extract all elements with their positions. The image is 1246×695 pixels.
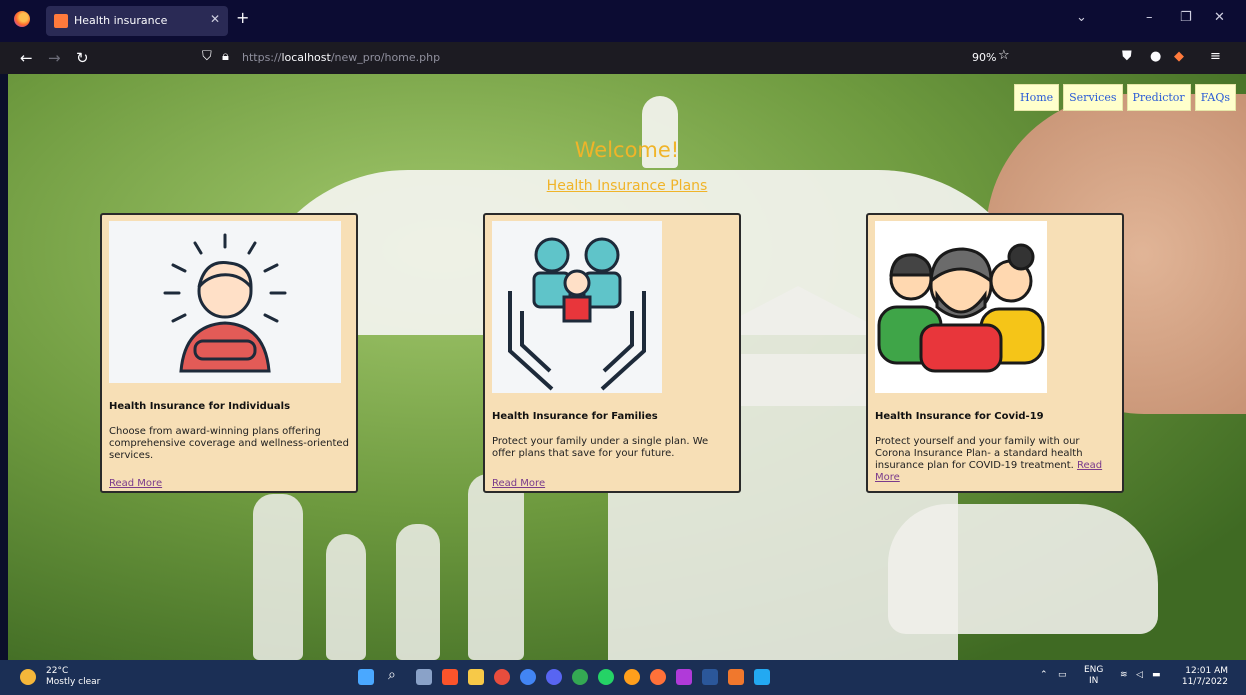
nav-predictor[interactable]: Predictor <box>1126 84 1191 111</box>
new-tab-icon[interactable]: + <box>236 8 249 27</box>
url-text[interactable]: https://localhost/new_pro/home.php <box>242 51 440 64</box>
vscode-icon[interactable] <box>754 669 770 685</box>
welcome-heading: Welcome! <box>574 138 680 162</box>
family-hands-icon <box>492 221 662 393</box>
card-text: Protect yourself and your family with ou… <box>875 436 1103 483</box>
page-content: Home Services Predictor FAQs Welcome! He… <box>8 74 1246 660</box>
restore-icon[interactable]: ❐ <box>1180 10 1192 25</box>
menu-icon[interactable]: ≡ <box>1210 49 1221 64</box>
car-image <box>888 504 1158 634</box>
start-windows-icon[interactable] <box>358 669 374 685</box>
tab-title: Health insurance <box>74 14 168 27</box>
chevron-down-icon[interactable]: ⌄ <box>1076 10 1087 25</box>
family-figure-image <box>396 524 440 660</box>
favicon-icon <box>54 14 68 28</box>
language-indicator[interactable]: ENG IN <box>1084 665 1103 687</box>
close-window-icon[interactable]: ✕ <box>1214 10 1225 25</box>
zoom-level[interactable]: 90% <box>972 51 996 64</box>
chrome-canary-icon[interactable] <box>572 669 588 685</box>
nav-services[interactable]: Services <box>1063 84 1123 111</box>
forward-icon[interactable]: → <box>48 49 61 67</box>
discord-icon[interactable] <box>546 669 562 685</box>
nav-home[interactable]: Home <box>1013 84 1060 111</box>
url-bar[interactable]: ⛉ 🔒︎ https://localhost/new_pro/home.php … <box>196 46 1016 70</box>
read-more-link[interactable]: Read More <box>109 478 162 489</box>
plan-card-families: Health Insurance for Families Protect yo… <box>483 213 741 493</box>
family-figure-image <box>468 474 524 660</box>
volume-icon[interactable]: ◁ <box>1136 670 1143 680</box>
weather-condition: Mostly clear <box>46 677 101 687</box>
browser-toolbar: ← → ↻ ⛉ 🔒︎ https://localhost/new_pro/hom… <box>0 42 1246 74</box>
read-more-link[interactable]: Read More <box>492 478 545 489</box>
family-figure-image <box>326 534 366 660</box>
chrome-dev-icon[interactable] <box>624 669 640 685</box>
nav-faqs[interactable]: FAQs <box>1194 84 1236 111</box>
plan-card-covid: Health Insurance for Covid-19 Protect yo… <box>866 213 1124 493</box>
close-tab-icon[interactable]: ✕ <box>210 12 220 26</box>
taskbar: 22°C Mostly clear ⌕ ⌃ ▭ ENG IN ≋ ◁ ▬ 12:0… <box>0 660 1246 695</box>
chrome-icon[interactable] <box>494 669 510 685</box>
back-icon[interactable]: ← <box>20 49 33 67</box>
plan-card-individuals: Health Insurance for Individuals Choose … <box>100 213 358 493</box>
card-title: Health Insurance for Covid-19 <box>875 411 1044 422</box>
firefox-icon[interactable] <box>14 11 30 27</box>
keyboard-icon[interactable]: ▭ <box>1058 670 1067 680</box>
whatsapp-icon[interactable] <box>598 669 614 685</box>
file-explorer-icon[interactable] <box>468 669 484 685</box>
weather-widget[interactable]: 22°C Mostly clear <box>46 666 100 688</box>
card-title: Health Insurance for Individuals <box>109 401 291 412</box>
task-view-icon[interactable] <box>416 669 432 685</box>
reload-icon[interactable]: ↻ <box>76 49 89 67</box>
browser-tabstrip: Health insurance ✕ + ⌄ – ❐ ✕ <box>0 0 1246 42</box>
wifi-icon[interactable]: ≋ <box>1120 670 1128 680</box>
bookmark-star-icon[interactable]: ☆ <box>998 48 1010 63</box>
profile-icon[interactable]: ● <box>1150 49 1161 64</box>
individual-person-icon <box>109 221 341 383</box>
plans-heading-link[interactable]: Health Insurance Plans <box>8 178 1246 194</box>
temperature: 22°C <box>46 666 69 676</box>
card-text: Protect your family under a single plan.… <box>492 436 709 459</box>
clock[interactable]: 12:01 AM 11/7/2022 <box>1182 666 1228 688</box>
chevron-up-icon[interactable]: ⌃ <box>1040 670 1048 680</box>
minimize-icon[interactable]: – <box>1146 10 1153 25</box>
family-figure-image <box>253 494 303 660</box>
extension-icon[interactable]: ◆ <box>1174 49 1184 64</box>
lock-icon[interactable]: 🔒︎ <box>222 49 229 64</box>
battery-icon[interactable]: ▬ <box>1152 670 1161 680</box>
app-icon[interactable] <box>676 669 692 685</box>
firefox-taskbar-icon[interactable] <box>650 669 666 685</box>
browser-tab[interactable]: Health insurance ✕ <box>46 6 228 36</box>
word-icon[interactable] <box>702 669 718 685</box>
pocket-icon[interactable]: ⛊ <box>1122 49 1132 64</box>
app-icon[interactable] <box>728 669 744 685</box>
search-icon[interactable]: ⌕ <box>388 667 404 683</box>
card-title: Health Insurance for Families <box>492 411 658 422</box>
card-text: Choose from award-winning plans offering… <box>109 426 349 461</box>
group-people-icon <box>875 221 1047 393</box>
brave-icon[interactable] <box>442 669 458 685</box>
weather-moon-icon[interactable] <box>20 669 36 685</box>
site-nav: Home Services Predictor FAQs <box>1013 84 1236 111</box>
shield-icon[interactable]: ⛉ <box>202 49 212 64</box>
chrome-profile-icon[interactable] <box>520 669 536 685</box>
